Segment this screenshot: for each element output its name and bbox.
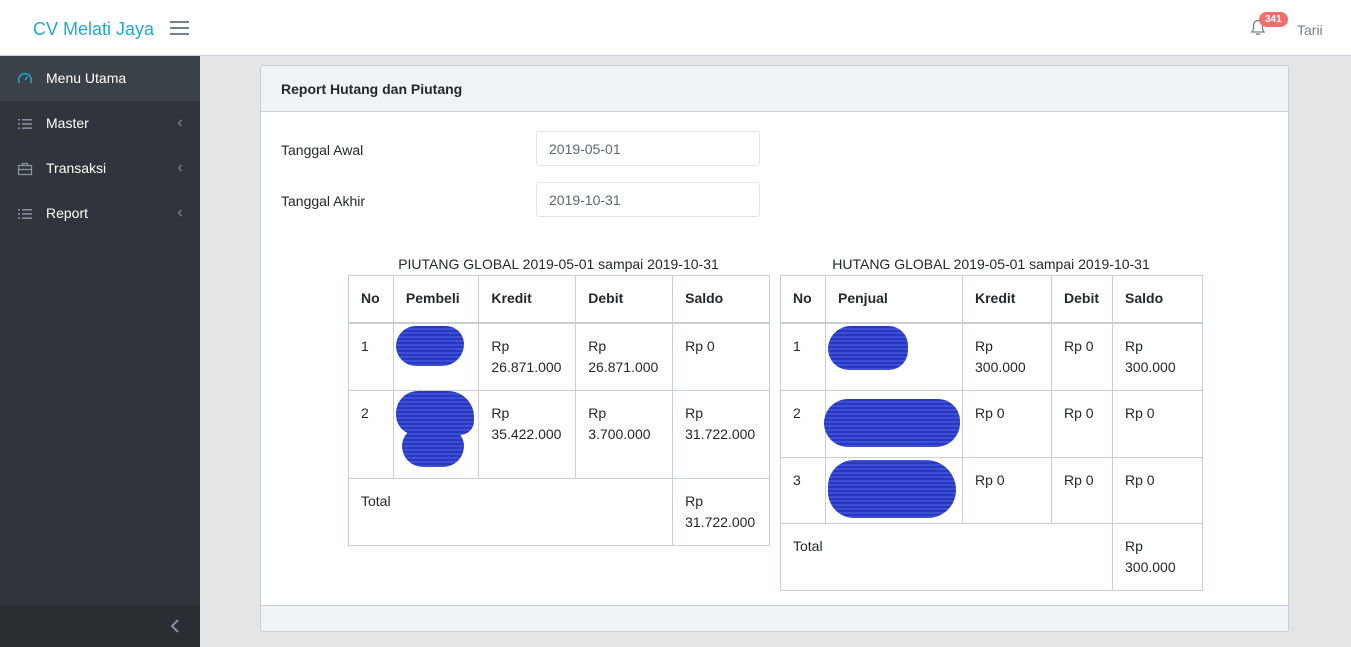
penjual-cell xyxy=(824,389,963,458)
column-header: Kredit xyxy=(962,275,1052,324)
redacted-name xyxy=(828,459,956,518)
debit-cell: Rp 0 xyxy=(1051,389,1113,458)
kredit-cell: Rp 0 xyxy=(962,389,1052,458)
penjual-cell xyxy=(825,456,963,524)
speedometer-icon xyxy=(18,72,32,84)
total-value: Rp 31.722.000 xyxy=(672,477,770,546)
tanggal-akhir-label: Tanggal Akhir xyxy=(281,193,366,209)
kredit-cell: Rp 35.422.000 xyxy=(478,389,577,479)
redacted-name xyxy=(401,426,464,467)
saldo-cell: Rp 300.000 xyxy=(1112,322,1203,391)
table-row: 1 Rp 26.871.000 Rp 26.871.000 Rp 0 xyxy=(348,322,770,391)
table-header-row: No Pembeli Kredit Debit Saldo xyxy=(348,275,770,324)
debit-cell: Rp 0 xyxy=(1051,456,1113,524)
sidebar-item-label: Master xyxy=(46,115,89,131)
column-header: No xyxy=(348,275,394,324)
sidebar-item-label: Report xyxy=(46,205,89,221)
chevron-left-icon xyxy=(170,619,179,633)
column-header: No xyxy=(780,275,826,324)
brand-logo[interactable]: CV Melati Jaya xyxy=(33,19,154,40)
card-header: Report Hutang dan Piutang xyxy=(261,66,1288,112)
total-row: Total Rp 31.722.000 xyxy=(347,477,770,546)
row-number: 1 xyxy=(780,322,826,391)
list-icon xyxy=(18,119,32,129)
sidebar-toggle-icon[interactable] xyxy=(170,20,190,36)
total-label: Total xyxy=(780,522,1113,591)
row-number: 1 xyxy=(348,322,394,391)
debit-cell: Rp 3.700.000 xyxy=(575,389,674,479)
total-row: Total Rp 300.000 xyxy=(780,522,1203,591)
saldo-cell: Rp 31.722.000 xyxy=(672,389,770,479)
tanggal-awal-label: Tanggal Awal xyxy=(281,142,364,158)
total-label: Total xyxy=(347,477,674,546)
penjual-cell xyxy=(825,322,963,391)
total-value: Rp 300.000 xyxy=(1112,522,1203,591)
sidebar-item-label: Menu Utama xyxy=(46,70,127,86)
kredit-cell: Rp 26.871.000 xyxy=(478,322,577,391)
sidebar: Menu Utama Master Transaksi Report xyxy=(0,56,200,647)
row-number: 3 xyxy=(780,456,826,524)
app-header: CV Melati Jaya 341 Tarii xyxy=(0,0,1351,56)
piutang-table: No Pembeli Kredit Debit Saldo 1 Rp 26.871… xyxy=(347,275,770,546)
table-header-row: No Penjual Kredit Debit Saldo xyxy=(780,275,1203,324)
column-header: Pembeli xyxy=(392,275,480,324)
debit-cell: Rp 0 xyxy=(1051,322,1113,391)
saldo-cell: Rp 0 xyxy=(672,322,770,391)
piutang-caption: PIUTANG GLOBAL 2019-05-01 sampai 2019-10… xyxy=(398,256,719,272)
row-number: 2 xyxy=(348,389,394,479)
report-card: Report Hutang dan Piutang Tanggal Awal T… xyxy=(260,65,1289,632)
table-row: 1 Rp 300.000 Rp 0 Rp 300.000 xyxy=(780,322,1203,391)
saldo-cell: Rp 0 xyxy=(1112,456,1203,524)
table-row: 3 Rp 0 Rp 0 Rp 0 xyxy=(780,456,1203,524)
user-menu[interactable]: Tarii xyxy=(1297,22,1323,38)
debit-cell: Rp 26.871.000 xyxy=(575,322,674,391)
tanggal-akhir-input[interactable] xyxy=(536,182,760,217)
column-header: Kredit xyxy=(478,275,577,324)
column-header: Saldo xyxy=(672,275,770,324)
saldo-cell: Rp 0 xyxy=(1112,389,1203,458)
chevron-left-icon xyxy=(177,119,182,127)
sidebar-minimizer-button[interactable] xyxy=(0,605,200,647)
redacted-name xyxy=(828,325,908,370)
redacted-name xyxy=(824,398,960,447)
column-header: Debit xyxy=(1051,275,1113,324)
sidebar-item-menu-utama[interactable]: Menu Utama xyxy=(0,56,200,101)
column-header: Penjual xyxy=(825,275,963,324)
kredit-cell: Rp 300.000 xyxy=(962,322,1052,391)
briefcase-icon xyxy=(17,162,33,176)
sidebar-item-master[interactable]: Master xyxy=(0,101,200,146)
column-header: Saldo xyxy=(1112,275,1203,324)
list-icon xyxy=(18,209,32,219)
chevron-left-icon xyxy=(177,164,182,172)
hutang-table: No Penjual Kredit Debit Saldo 1 Rp 300.00… xyxy=(780,275,1203,591)
column-header: Debit xyxy=(575,275,674,324)
sidebar-item-transaksi[interactable]: Transaksi xyxy=(0,146,200,191)
pembeli-cell xyxy=(392,322,480,391)
sidebar-item-report[interactable]: Report xyxy=(0,191,200,236)
tanggal-awal-input[interactable] xyxy=(536,131,760,166)
sidebar-item-label: Transaksi xyxy=(46,160,107,176)
row-number: 2 xyxy=(780,389,826,458)
pembeli-cell xyxy=(392,389,480,479)
table-row: 2 Rp 35.422.000 Rp 3.700.000 Rp 31.722.000 xyxy=(348,389,770,479)
card-footer xyxy=(261,605,1288,631)
notification-badge: 341 xyxy=(1259,12,1288,27)
redacted-name xyxy=(395,325,464,366)
table-row: 2 Rp 0 Rp 0 Rp 0 xyxy=(780,389,1203,458)
hutang-caption: HUTANG GLOBAL 2019-05-01 sampai 2019-10-… xyxy=(832,256,1150,272)
kredit-cell: Rp 0 xyxy=(962,456,1052,524)
chevron-left-icon xyxy=(177,209,182,217)
page-title: Report Hutang dan Piutang xyxy=(281,81,463,97)
